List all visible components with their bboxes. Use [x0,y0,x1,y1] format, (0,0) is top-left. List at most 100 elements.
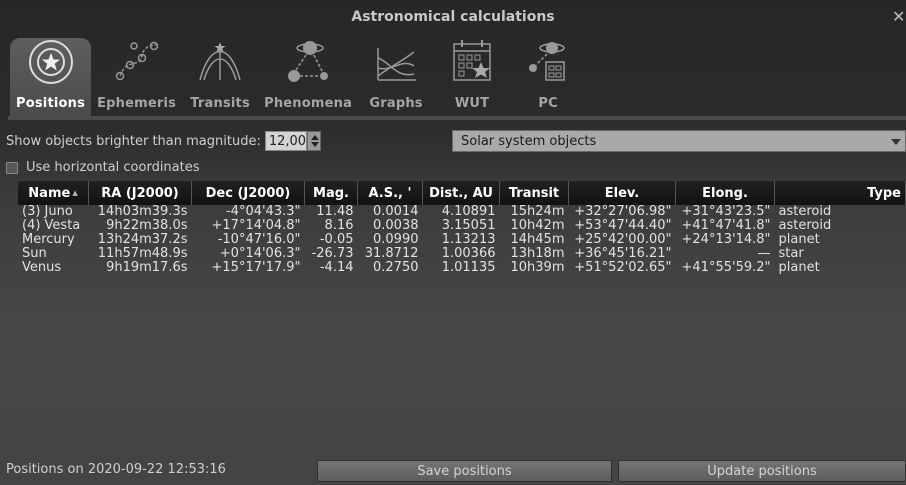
table-cell: Sun [22,246,47,261]
tab-positions[interactable]: Positions [10,38,92,116]
tab-label: Phenomena [264,96,353,111]
tab-label: Ephemeris [97,96,177,111]
table-cell: (4) Vesta [22,218,81,233]
table-cell: planet [778,232,820,247]
column-mag[interactable]: Mag. [304,181,358,205]
table-cell: +15°17'17.9" [211,260,301,275]
table-cell: -4°04'43.3" [225,204,301,219]
graphs-icon [364,38,428,86]
status-bar: Positions on 2020-09-22 12:53:16 Save po… [0,456,906,485]
column-transit[interactable]: Transit [499,181,569,205]
magnitude-input[interactable]: 12,00 [264,131,307,151]
column-elongation[interactable]: Elong. [675,181,775,205]
table-row[interactable]: Sun 11h57m48.9s +0°14'06.3" -26.73 31.8712 1.… [18,247,906,261]
column-type[interactable]: Type [774,181,906,205]
table-row[interactable]: Venus 9h19m17.6s +15°17'17.9" -4.14 0.2750 1.… [18,261,906,275]
ephemeris-icon [105,38,169,86]
positions-icon [19,38,83,86]
table-cell: 0.2750 [373,260,419,275]
tab-label: PC [538,96,558,111]
table-cell: Mercury [22,232,75,247]
tab-phenomena[interactable]: Phenomena [258,38,358,116]
tab-bar: Positions Ephemeris Transits Phenomena G… [10,38,586,116]
table-cell: 1.13213 [441,232,496,247]
table-cell: — [757,246,771,261]
spin-up-icon[interactable] [310,135,319,140]
table-cell: +41°55'59.2" [681,260,771,275]
table-row[interactable]: (4) Vesta 9h22m38.0s +17°14'04.8" 8.16 0.003… [18,219,906,233]
table-cell: star [778,246,804,261]
column-name[interactable]: Name [18,181,89,205]
table-row[interactable]: Mercury 13h24m37.2s -10°47'16.0" -0.05 0.099… [18,233,906,247]
window-title: Astronomical calculations [351,9,555,25]
tab-label: Transits [190,96,250,111]
horizontal-coordinates-label: Use horizontal coordinates [26,160,200,175]
table-cell: 9h22m38.0s [106,218,188,233]
table-cell: +36°45'16.21" [574,246,672,261]
table-cell: 31.8712 [364,246,419,261]
spin-down-icon[interactable] [310,142,319,147]
tab-label: WUT [454,96,490,111]
table-cell: +24°13'14.8" [681,232,771,247]
magnitude-filter: Show objects brighter than magnitude: 12… [6,130,321,152]
table-cell: Venus [22,260,62,275]
status-text: Positions on 2020-09-22 12:53:16 [6,462,226,477]
save-positions-button[interactable]: Save positions [317,460,612,482]
table-cell: 11h57m48.9s [97,246,188,261]
table-cell: -10°47'16.0" [217,232,301,247]
table-cell: 13h18m [510,246,565,261]
pc-icon [516,38,580,86]
table-cell: 14h03m39.3s [97,204,188,219]
table-cell: +51°52'02.65" [574,260,672,275]
table-cell: 0.0038 [373,218,419,233]
magnitude-spinner[interactable] [306,131,321,151]
table-cell: -4.14 [319,260,354,275]
tab-label: Positions [16,96,86,111]
table-header-row: Name RA (J2000) Dec (J2000) Mag. A.S., '… [18,181,906,205]
tab-transits[interactable]: Transits [182,38,258,116]
horizontal-coordinates-option: Use horizontal coordinates [6,160,200,175]
table-cell: asteroid [778,218,832,233]
wut-icon [440,38,504,86]
transits-icon [188,38,252,86]
table-cell: 0.0014 [373,204,419,219]
table-cell: planet [778,260,820,275]
table-cell: 14h45m [510,232,565,247]
table-cell: 4.10891 [441,204,496,219]
column-distance[interactable]: Dist., AU [422,181,500,205]
table-cell: 10h42m [510,218,565,233]
table-cell: asteroid [778,204,832,219]
table-cell: 11.48 [316,204,354,219]
table-cell: +0°14'06.3" [219,246,301,261]
table-cell: 1.00366 [441,246,496,261]
table-cell: 15h24m [510,204,565,219]
astronomical-calculations-window: Astronomical calculations ✕ Positions Ep… [0,0,906,485]
table-cell: +17°14'04.8" [211,218,301,233]
table-cell: +31°43'23.5" [681,204,771,219]
column-elevation[interactable]: Elev. [568,181,676,205]
table-cell: +41°47'41.8" [681,218,771,233]
tab-graphs[interactable]: Graphs [358,38,434,116]
column-ra[interactable]: RA (J2000) [88,181,192,205]
close-icon[interactable]: ✕ [892,8,906,26]
table-row[interactable]: (3) Juno 14h03m39.3s -4°04'43.3" 11.48 0.001… [18,205,906,219]
table-cell: 3.15051 [441,218,496,233]
tab-pc[interactable]: PC [510,38,586,116]
phenomena-icon [276,38,340,86]
column-angular-size[interactable]: A.S., ' [357,181,423,205]
table-cell: (3) Juno [22,204,73,219]
table-cell: +25°42'00.00" [574,232,672,247]
table-cell: +53°47'44.40" [574,218,672,233]
tab-ephemeris[interactable]: Ephemeris [91,38,182,116]
update-positions-button[interactable]: Update positions [618,460,906,482]
tab-wut[interactable]: WUT [434,38,510,116]
object-type-select[interactable]: Solar system objects [452,130,906,152]
column-dec[interactable]: Dec (J2000) [191,181,305,205]
table-cell: 0.0990 [373,232,419,247]
table-cell: +32°27'06.98" [574,204,672,219]
table-cell: 10h39m [510,260,565,275]
tab-label: Graphs [369,96,423,111]
table-cell: 1.01135 [441,260,496,275]
table-cell: 13h24m37.2s [97,232,188,247]
horizontal-coordinates-checkbox[interactable] [6,161,18,174]
